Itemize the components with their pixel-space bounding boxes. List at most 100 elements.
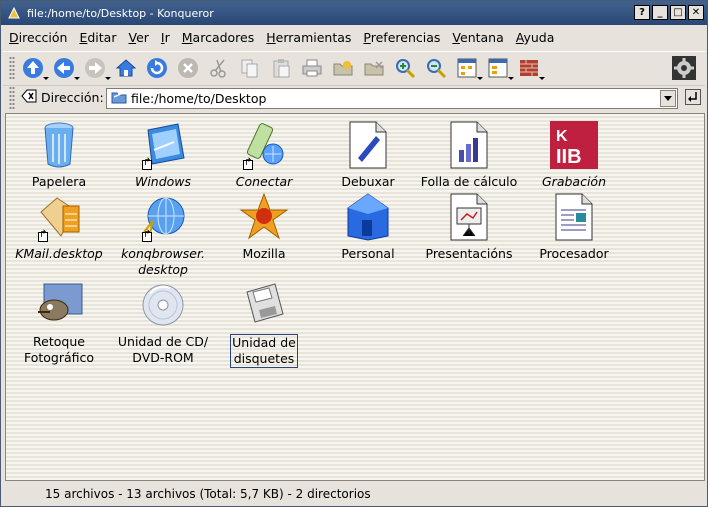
back-button[interactable] xyxy=(52,56,80,80)
menu-preferencias[interactable]: Preferencias xyxy=(363,30,440,45)
new-folder-button[interactable] xyxy=(331,56,355,80)
icon-procesador[interactable]: Procesador xyxy=(524,190,624,262)
location-dropdown-button[interactable] xyxy=(660,90,676,107)
reload-button[interactable] xyxy=(145,56,169,80)
clear-location-icon[interactable] xyxy=(21,89,37,106)
copy-icon xyxy=(241,59,258,77)
icon-presentacions[interactable]: Presentacións xyxy=(419,190,519,262)
text-document-icon xyxy=(555,193,593,241)
menu-ayuda[interactable]: Ayuda xyxy=(516,30,555,45)
floppy-icon xyxy=(246,283,284,323)
svg-text:IIB: IIB xyxy=(556,146,582,168)
icon-label: Papelera xyxy=(31,174,87,189)
icon-label: Mozilla xyxy=(242,246,286,261)
menu-herramientas[interactable]: Herramientas xyxy=(266,30,351,45)
location-value: file:/home/to/Desktop xyxy=(131,91,267,106)
go-button[interactable] xyxy=(685,89,701,108)
icon-mozilla[interactable]: Mozilla xyxy=(214,190,314,262)
icon-label: KMail.desktop xyxy=(15,246,103,261)
icon-kmail-desktop[interactable]: KMail.desktop xyxy=(9,190,109,262)
icon-label: Personal xyxy=(341,246,395,261)
icon-unidad-cd-dvd[interactable]: Unidad de CD/ DVD-ROM xyxy=(113,278,213,366)
firewall-icon xyxy=(520,59,538,76)
icon-debuxar[interactable]: Debuxar xyxy=(318,118,418,190)
zoom-out-icon xyxy=(427,58,447,78)
forward-button[interactable] xyxy=(83,56,111,80)
icon-label: Folla de cálculo xyxy=(420,174,518,189)
presentation-document-icon xyxy=(450,193,488,241)
window-title: file:/home/to/Desktop - Konqueror xyxy=(27,6,214,20)
svg-text:K: K xyxy=(556,128,568,145)
menu-direccion[interactable]: Dirección xyxy=(9,30,67,45)
kde-gear-icon xyxy=(672,56,696,80)
icon-label: Retoque Fotográfico xyxy=(23,334,95,365)
cdrom-icon xyxy=(142,284,184,326)
status-bar: 15 archivos - 13 archivos (Total: 5,7 KB… xyxy=(5,483,705,505)
title-bar[interactable]: file:/home/to/Desktop - Konqueror ? _ □ … xyxy=(1,1,707,25)
k3b-burn-icon: KIIB xyxy=(550,121,598,169)
icon-retoque-fotografico[interactable]: Retoque Fotográfico xyxy=(9,278,109,366)
menu-bar: Dirección Editar Ver Ir Marcadores Herra… xyxy=(5,26,562,48)
stop-icon xyxy=(178,57,198,78)
enter-arrow-icon xyxy=(685,89,701,105)
file-icon-view[interactable]: Papelera Windows Conectar Debuxar Folla … xyxy=(5,113,705,481)
toolbar-grip[interactable] xyxy=(9,55,15,80)
close-button[interactable]: ✕ xyxy=(688,5,704,20)
stop-button[interactable] xyxy=(176,56,200,80)
drawing-document-icon xyxy=(349,121,387,169)
location-input[interactable]: file:/home/to/Desktop xyxy=(106,88,678,109)
icon-konqbrowser-desktop[interactable]: konqbrowser. desktop xyxy=(113,190,213,278)
up-button[interactable] xyxy=(21,56,49,80)
split-view-button[interactable] xyxy=(486,56,514,80)
menu-marcadores[interactable]: Marcadores xyxy=(182,30,255,45)
delete-button[interactable] xyxy=(362,56,386,80)
zoom-in-button[interactable] xyxy=(393,56,417,80)
link-overlay-icon xyxy=(243,157,253,170)
cut-button[interactable] xyxy=(207,56,231,80)
help-button[interactable]: ? xyxy=(634,5,650,20)
icon-label: konqbrowser. desktop xyxy=(121,246,205,277)
minimize-button[interactable]: _ xyxy=(652,5,668,20)
icon-unidad-disquetes[interactable]: Unidad de disquetes xyxy=(214,278,314,368)
icon-view-button[interactable] xyxy=(455,56,483,80)
icon-label: Windows xyxy=(134,174,192,189)
icon-label: Debuxar xyxy=(341,174,395,189)
maximize-button[interactable]: □ xyxy=(670,5,686,20)
icon-folla-de-calculo[interactable]: Folla de cálculo xyxy=(419,118,519,190)
konqueror-app-icon[interactable] xyxy=(5,4,23,22)
location-grip[interactable] xyxy=(9,85,15,110)
icon-label: Unidad de CD/ DVD-ROM xyxy=(117,334,209,365)
menu-editar[interactable]: Editar xyxy=(79,30,116,45)
folder-location-icon xyxy=(111,90,127,107)
paste-icon xyxy=(273,58,290,77)
icon-conectar[interactable]: Conectar xyxy=(214,118,314,190)
menu-ver[interactable]: Ver xyxy=(128,30,148,45)
folder-delete-icon xyxy=(364,60,384,75)
print-button[interactable] xyxy=(300,56,324,80)
copy-button[interactable] xyxy=(238,56,262,80)
home-icon xyxy=(115,58,137,76)
menu-ir[interactable]: Ir xyxy=(161,30,170,45)
spreadsheet-document-icon xyxy=(450,121,488,169)
location-bar: Dirección: file:/home/to/Desktop xyxy=(3,85,705,110)
menu-ventana[interactable]: Ventana xyxy=(452,30,503,45)
status-text: 15 archivos - 13 archivos (Total: 5,7 KB… xyxy=(45,487,371,501)
forward-arrow-icon xyxy=(85,57,105,78)
link-overlay-icon xyxy=(142,229,152,242)
security-button[interactable] xyxy=(517,56,545,80)
home-button[interactable] xyxy=(114,56,138,80)
scissors-icon xyxy=(210,59,226,78)
reload-icon xyxy=(147,57,167,78)
printer-icon xyxy=(302,59,322,76)
up-arrow-icon xyxy=(23,57,43,78)
split-view-icon xyxy=(488,58,508,77)
icon-personal[interactable]: Personal xyxy=(318,190,418,262)
back-arrow-icon xyxy=(54,57,74,78)
mozilla-icon xyxy=(239,192,289,240)
zoom-out-button[interactable] xyxy=(424,56,448,80)
icon-grabacion[interactable]: K IIB Grabación xyxy=(524,118,624,190)
icon-view-icon xyxy=(457,58,477,77)
icon-papelera[interactable]: Papelera xyxy=(9,118,109,190)
paste-button[interactable] xyxy=(269,56,293,80)
icon-windows[interactable]: Windows xyxy=(113,118,213,190)
